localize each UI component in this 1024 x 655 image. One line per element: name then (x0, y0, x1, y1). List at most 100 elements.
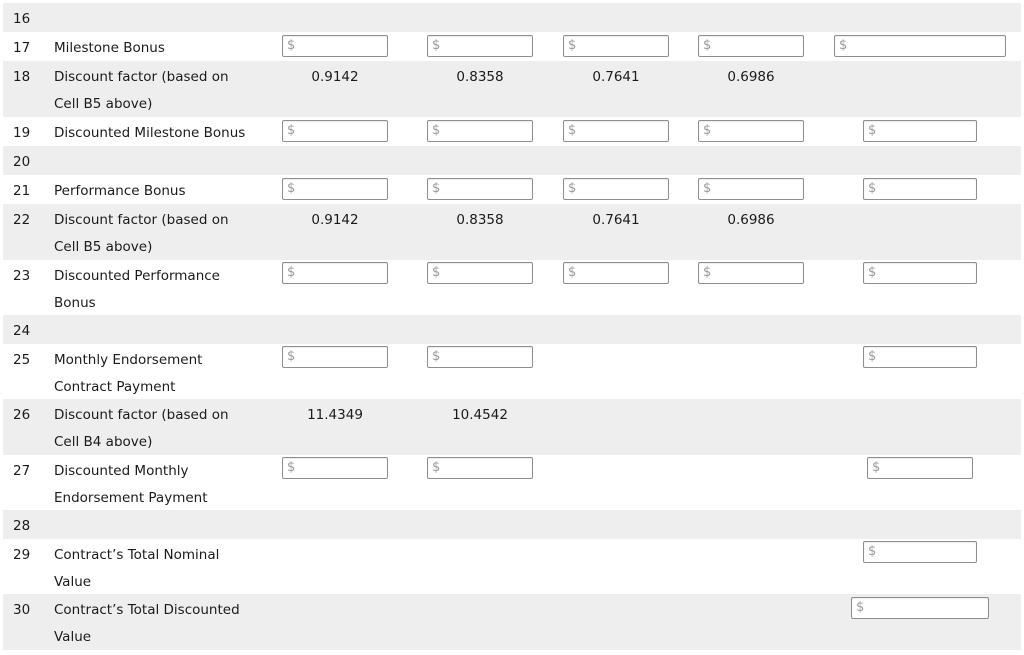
dollar-sign: $ (703, 265, 712, 280)
monthly-endorsement-input-2[interactable]: $ (427, 346, 533, 368)
table-row: 19 Discounted Milestone Bonus $ $ $ $ $ (3, 117, 1021, 146)
discounted-milestone-input-1[interactable]: $ (282, 120, 388, 142)
table-row: 29 Contract’s Total Nominal Value $ (3, 539, 1021, 594)
dollar-sign: $ (287, 38, 296, 53)
row-label: Discount factor (based on Cell B4 above) (54, 407, 229, 450)
discount-factor-value: 0.7641 (592, 69, 640, 85)
monthly-endorsement-input-1[interactable]: $ (282, 346, 388, 368)
table-row: 20 (3, 146, 1021, 175)
row-number: 19 (13, 125, 31, 141)
row-number: 16 (13, 11, 31, 27)
performance-bonus-input-4[interactable]: $ (698, 178, 804, 200)
dollar-sign: $ (856, 600, 865, 615)
dollar-sign: $ (432, 460, 441, 475)
dollar-sign: $ (703, 38, 712, 53)
row-number: 20 (13, 154, 31, 170)
row-number: 22 (13, 212, 31, 228)
row-label: Milestone Bonus (54, 40, 165, 56)
discounted-performance-input-2[interactable]: $ (427, 262, 533, 284)
monthly-endorsement-input-total[interactable]: $ (863, 346, 977, 368)
dollar-sign: $ (287, 349, 296, 364)
dollar-sign: $ (432, 265, 441, 280)
table-row: 26 Discount factor (based on Cell B4 abo… (3, 399, 1021, 455)
performance-bonus-input-2[interactable]: $ (427, 178, 533, 200)
discount-factor-value: 11.4349 (307, 407, 363, 423)
row-number: 21 (13, 183, 31, 199)
discount-factor-value: 0.8358 (456, 212, 504, 228)
discounted-monthly-input-1[interactable]: $ (282, 457, 388, 479)
discount-factor-value: 10.4542 (452, 407, 508, 423)
performance-bonus-input-3[interactable]: $ (563, 178, 669, 200)
milestone-bonus-input-1[interactable]: $ (282, 35, 388, 57)
dollar-sign: $ (287, 123, 296, 138)
table-row: 24 (3, 315, 1021, 344)
discounted-performance-input-1[interactable]: $ (282, 262, 388, 284)
row-label: Discounted Milestone Bonus (54, 125, 246, 141)
discounted-milestone-input-4[interactable]: $ (698, 120, 804, 142)
row-label: Performance Bonus (54, 183, 186, 199)
row-number: 29 (13, 547, 31, 563)
discounted-monthly-input-2[interactable]: $ (427, 457, 533, 479)
table-row: 18 Discount factor (based on Cell B5 abo… (3, 61, 1021, 117)
performance-bonus-input-1[interactable]: $ (282, 178, 388, 200)
dollar-sign: $ (287, 181, 296, 196)
row-number: 23 (13, 268, 31, 284)
row-number: 30 (13, 602, 31, 618)
row-label: Monthly Endorsement Contract Payment (54, 352, 203, 395)
milestone-bonus-input-total[interactable]: $ (834, 35, 1006, 57)
dollar-sign: $ (703, 123, 712, 138)
discount-factor-value: 0.6986 (727, 69, 775, 85)
dollar-sign: $ (703, 181, 712, 196)
discounted-performance-input-3[interactable]: $ (563, 262, 669, 284)
row-label: Discounted Performance Bonus (54, 268, 220, 311)
discounted-milestone-input-total[interactable]: $ (863, 120, 977, 142)
discounted-milestone-input-3[interactable]: $ (563, 120, 669, 142)
table-row: 27 Discounted Monthly Endorsement Paymen… (3, 455, 1021, 510)
discounted-performance-input-total[interactable]: $ (863, 262, 977, 284)
table-row: 16 (3, 3, 1021, 32)
row-number: 28 (13, 518, 31, 534)
table-row: 23 Discounted Performance Bonus $ $ $ $ … (3, 260, 1021, 315)
total-discounted-value-input[interactable]: $ (851, 597, 989, 619)
discount-factor-value: 0.9142 (311, 212, 359, 228)
milestone-bonus-input-3[interactable]: $ (563, 35, 669, 57)
dollar-sign: $ (868, 544, 877, 559)
dollar-sign: $ (839, 38, 848, 53)
dollar-sign: $ (872, 460, 881, 475)
row-label: Discount factor (based on Cell B5 above) (54, 69, 229, 112)
dollar-sign: $ (868, 265, 877, 280)
row-number: 24 (13, 323, 31, 339)
row-number: 25 (13, 352, 31, 368)
dollar-sign: $ (432, 349, 441, 364)
discounted-performance-input-4[interactable]: $ (698, 262, 804, 284)
discounted-monthly-input-total[interactable]: $ (867, 457, 973, 479)
table-row: 28 (3, 510, 1021, 539)
table-row: 21 Performance Bonus $ $ $ $ $ (3, 175, 1021, 204)
dollar-sign: $ (432, 123, 441, 138)
row-label: Contract’s Total Discounted Value (54, 602, 240, 645)
dollar-sign: $ (568, 38, 577, 53)
total-nominal-value-input[interactable]: $ (863, 541, 977, 563)
discount-factor-value: 0.9142 (311, 69, 359, 85)
row-label: Discount factor (based on Cell B5 above) (54, 212, 229, 255)
milestone-bonus-input-4[interactable]: $ (698, 35, 804, 57)
row-number: 17 (13, 40, 31, 56)
milestone-bonus-input-2[interactable]: $ (427, 35, 533, 57)
row-number: 27 (13, 463, 31, 479)
table-row: 22 Discount factor (based on Cell B5 abo… (3, 204, 1021, 260)
discounted-milestone-input-2[interactable]: $ (427, 120, 533, 142)
discount-factor-value: 0.6986 (727, 212, 775, 228)
row-label: Contract’s Total Nominal Value (54, 547, 220, 590)
table-row: 25 Monthly Endorsement Contract Payment … (3, 344, 1021, 399)
table-row: 30 Contract’s Total Discounted Value $ (3, 594, 1021, 650)
performance-bonus-input-total[interactable]: $ (863, 178, 977, 200)
table-row: 17 Milestone Bonus $ $ $ $ $ (3, 32, 1021, 61)
dollar-sign: $ (287, 265, 296, 280)
dollar-sign: $ (868, 123, 877, 138)
dollar-sign: $ (568, 265, 577, 280)
discount-factor-value: 0.7641 (592, 212, 640, 228)
dollar-sign: $ (432, 38, 441, 53)
spreadsheet-table: 16 17 Milestone Bonus $ $ $ $ $ 18 Disco… (0, 0, 1024, 655)
dollar-sign: $ (868, 349, 877, 364)
dollar-sign: $ (868, 181, 877, 196)
